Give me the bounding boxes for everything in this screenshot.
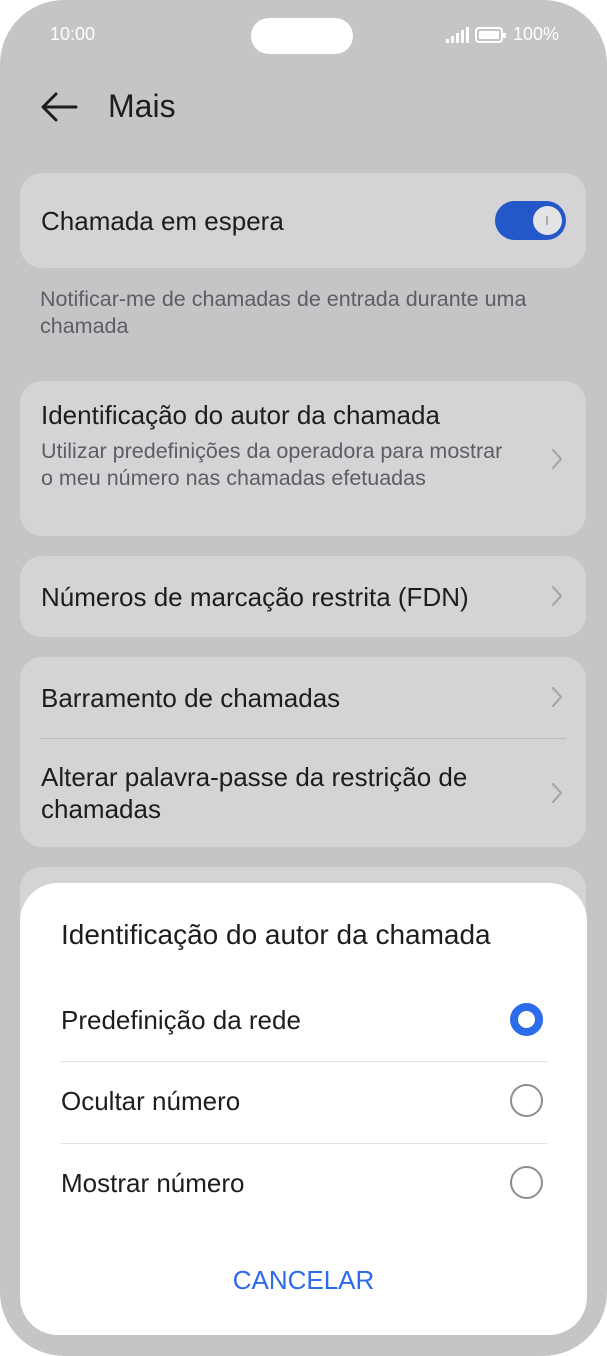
- radio-checked-icon[interactable]: [510, 1003, 543, 1036]
- change-password-title: Alterar palavra-passe da restrição de ch…: [41, 762, 468, 824]
- chevron-right-icon: [552, 449, 562, 469]
- cancel-button[interactable]: CANCELAR: [20, 1265, 587, 1296]
- battery-percent: 100%: [512, 24, 559, 44]
- dialog-title: Identificação do autor da chamada: [61, 919, 491, 950]
- caller-id-row[interactable]: Identificação do autor da chamada Utiliz…: [20, 381, 586, 536]
- app-header: Mais: [0, 70, 607, 144]
- call-waiting-toggle[interactable]: [495, 201, 566, 240]
- phone-screen: 10:00 100% Mais Chamada em espera Notifi…: [0, 0, 607, 1356]
- barring-row[interactable]: Barramento de chamadas: [20, 657, 586, 738]
- status-indicators: 100%: [445, 24, 559, 45]
- toggle-knob: [533, 206, 562, 235]
- barring-title: Barramento de chamadas: [41, 683, 341, 713]
- radio-unchecked-icon[interactable]: [510, 1166, 543, 1199]
- option-show-number[interactable]: Mostrar número: [61, 1144, 547, 1224]
- chevron-right-icon: [552, 586, 562, 606]
- call-waiting-description: Notificar-me de chamadas de entrada dura…: [40, 287, 527, 338]
- call-waiting-card[interactable]: Chamada em espera: [20, 173, 586, 268]
- radio-unchecked-icon[interactable]: [510, 1084, 543, 1117]
- call-waiting-label: Chamada em espera: [41, 206, 284, 236]
- caller-id-dialog: Identificação do autor da chamada Predef…: [20, 883, 587, 1335]
- option-hide-number[interactable]: Ocultar número: [61, 1062, 547, 1142]
- chevron-right-icon: [552, 783, 562, 803]
- chevron-right-icon: [552, 687, 562, 707]
- barring-card: Barramento de chamadas Alterar palavra-p…: [20, 657, 586, 847]
- caller-id-subtitle: Utilizar predefinições da operadora para…: [41, 439, 503, 490]
- fdn-row[interactable]: Números de marcação restrita (FDN): [20, 556, 586, 637]
- option-label: Ocultar número: [61, 1086, 241, 1116]
- option-network-default[interactable]: Predefinição da rede: [61, 981, 547, 1061]
- option-label: Predefinição da rede: [61, 1005, 301, 1035]
- status-time: 10:00: [50, 24, 96, 44]
- page-title: Mais: [108, 88, 176, 124]
- signal-icon: [445, 26, 469, 43]
- camera-cutout: [251, 18, 353, 54]
- arrow-left-icon: [41, 92, 78, 122]
- caller-id-title: Identificação do autor da chamada: [41, 400, 440, 430]
- fdn-title: Números de marcação restrita (FDN): [41, 582, 469, 612]
- battery-icon: [474, 26, 506, 43]
- back-button[interactable]: [36, 86, 84, 128]
- status-bar: 10:00 100%: [0, 0, 607, 70]
- change-barring-password-row[interactable]: Alterar palavra-passe da restrição de ch…: [20, 739, 586, 847]
- option-label: Mostrar número: [61, 1168, 245, 1198]
